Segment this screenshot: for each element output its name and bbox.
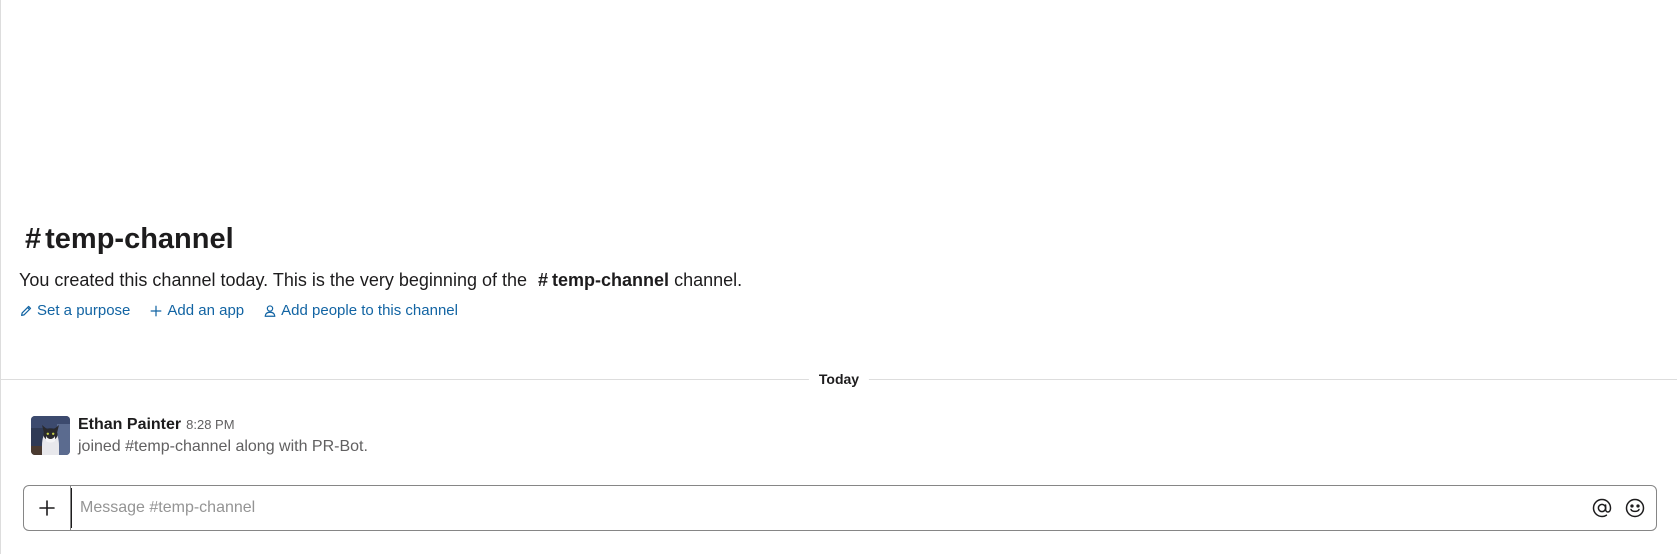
pencil-icon <box>19 304 33 318</box>
message-item[interactable]: Ethan Painter 8:28 PM joined #temp-chann… <box>31 416 368 458</box>
message-body: Ethan Painter 8:28 PM joined #temp-chann… <box>78 414 368 458</box>
add-app-label: Add an app <box>167 302 245 319</box>
intro-actions: Set a purpose Add an app Add people to t… <box>19 301 1557 321</box>
date-divider-label[interactable]: Today <box>808 369 870 389</box>
add-people-link[interactable]: Add people to this channel <box>263 301 458 321</box>
add-app-link[interactable]: Add an app <box>149 301 244 321</box>
set-purpose-link[interactable]: Set a purpose <box>19 301 130 321</box>
person-icon <box>263 304 277 318</box>
intro-text-after: channel. <box>669 270 743 290</box>
mention-button[interactable] <box>1590 496 1614 520</box>
at-icon <box>1592 498 1612 518</box>
intro-text-before: You created this channel today. This is … <box>19 270 527 290</box>
emoji-button[interactable] <box>1623 496 1647 520</box>
channel-name: temp-channel <box>45 223 234 255</box>
channel-title: # temp-channel <box>25 222 1557 256</box>
channel-reference-hash: # <box>538 270 549 290</box>
sender-name[interactable]: Ethan Painter <box>78 414 181 436</box>
message-input[interactable] <box>71 488 1590 528</box>
intro-description: You created this channel today. This is … <box>19 267 1557 293</box>
plus-icon <box>39 500 55 516</box>
attach-button[interactable] <box>24 486 71 530</box>
add-people-label: Add people to this channel <box>281 302 458 319</box>
emoji-icon <box>1625 498 1645 518</box>
plus-icon <box>149 304 163 318</box>
message-timestamp[interactable]: 8:28 PM <box>186 417 234 432</box>
channel-reference[interactable]: # temp-channel <box>538 270 669 290</box>
message-header: Ethan Painter 8:28 PM <box>78 414 368 436</box>
channel-intro: # temp-channel You created this channel … <box>19 222 1557 321</box>
message-composer <box>23 485 1657 531</box>
channel-reference-name: temp-channel <box>552 270 670 290</box>
set-purpose-label: Set a purpose <box>37 302 131 319</box>
message-text: joined #temp-channel along with PR-Bot. <box>78 438 368 455</box>
channel-hash: # <box>25 223 42 255</box>
channel-view: # temp-channel You created this channel … <box>0 0 1677 554</box>
avatar[interactable] <box>31 416 70 455</box>
